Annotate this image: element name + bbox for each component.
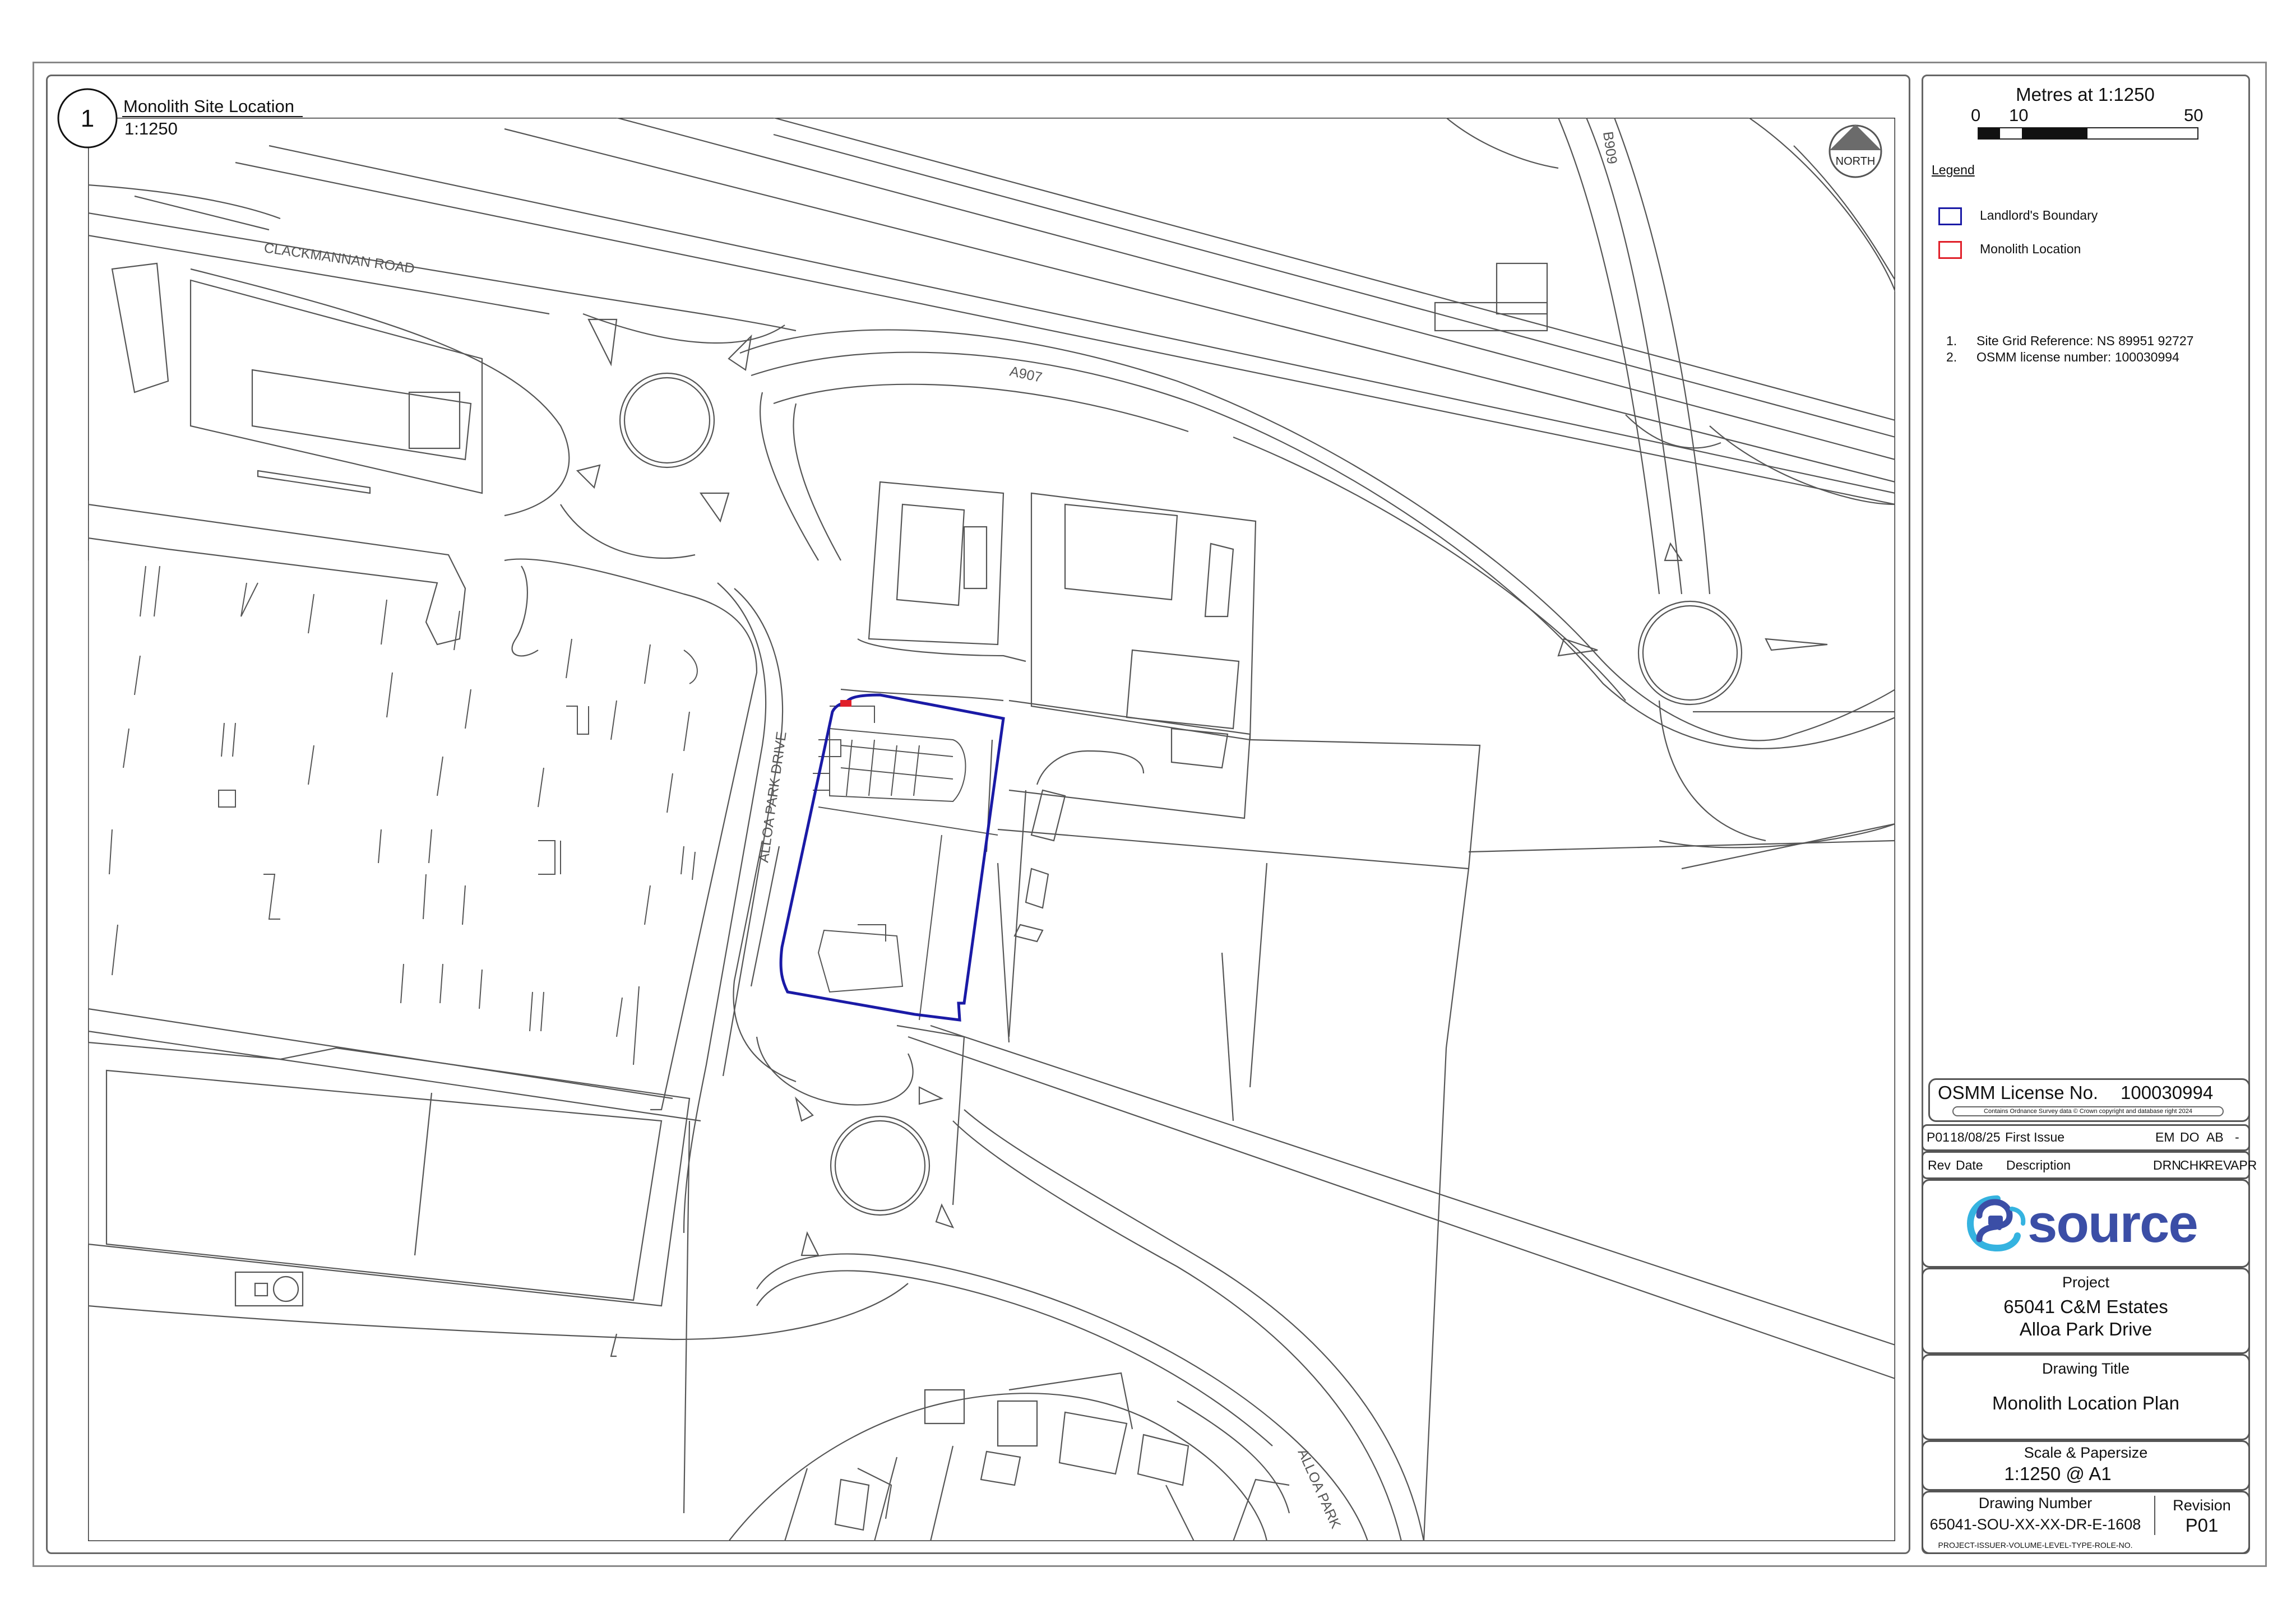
legend-heading: Legend bbox=[1932, 163, 1975, 177]
railway-lines bbox=[235, 118, 1895, 506]
revision-value: P01 bbox=[2185, 1515, 2219, 1536]
view-scale: 1:1250 bbox=[124, 119, 178, 138]
north-label: NORTH bbox=[1836, 155, 1876, 168]
a907-road bbox=[739, 329, 1895, 749]
site-interior bbox=[813, 706, 998, 1021]
revision-header-chk: CHK bbox=[2180, 1158, 2207, 1172]
view-title: Monolith Site Location bbox=[123, 96, 294, 116]
site-location-map: CLACKMANNAN ROAD A907 B909 ALLOA PARK DR… bbox=[57, 88, 1895, 1541]
logo-wordmark: source bbox=[2027, 1194, 2198, 1254]
revision-header-description: Description bbox=[2006, 1158, 2071, 1172]
drawing-number-box: Drawing Number 65041-SOU-XX-XX-DR-E-1608… bbox=[1922, 1491, 2250, 1554]
drawing-number-label: Drawing Number bbox=[1978, 1495, 2093, 1511]
scale-papersize-box: Scale & Papersize 1:1250 @ A1 bbox=[1922, 1440, 2250, 1491]
roundabout-northwest bbox=[560, 313, 785, 559]
revision-header-drn: DRN bbox=[2153, 1158, 2181, 1172]
scale-bar bbox=[1978, 127, 2198, 140]
landlords-boundary-outline bbox=[779, 693, 1005, 1022]
alloa-park-drive-road bbox=[683, 582, 914, 1234]
road-label-a907: A907 bbox=[1008, 363, 1044, 386]
roundabout-south bbox=[756, 1024, 1895, 1541]
monolith-location-marker bbox=[840, 700, 851, 707]
revision-header-rev-by: REV bbox=[2205, 1158, 2232, 1172]
retail-building-south bbox=[88, 1041, 909, 1514]
revision-headers: Rev Date Description DRN CHK REV APR bbox=[1922, 1151, 2257, 1179]
osmm-label: OSMM License No. bbox=[1938, 1082, 2099, 1103]
legend-swatch-monolith bbox=[1938, 241, 1962, 259]
scale-papersize-value: 1:1250 @ A1 bbox=[2004, 1463, 2112, 1484]
north-arrow: NORTH bbox=[1829, 124, 1882, 178]
scale-bar-title: Metres at 1:1250 bbox=[2016, 84, 2155, 105]
scale-papersize-label: Scale & Papersize bbox=[2024, 1444, 2148, 1461]
clackmannan-road bbox=[88, 184, 797, 393]
source-logo-icon bbox=[1966, 1195, 2026, 1252]
osmm-number: 100030994 bbox=[2121, 1082, 2214, 1103]
revision-header-rev: Rev bbox=[1928, 1158, 1951, 1172]
project-line-2: Alloa Park Drive bbox=[2019, 1319, 2152, 1339]
view-number: 1 bbox=[81, 105, 94, 132]
legend-swatch-landlord bbox=[1938, 207, 1962, 225]
note-2-number: 2. bbox=[1946, 350, 1957, 364]
naming-convention: PROJECT-ISSUER-VOLUME-LEVEL-TYPE-ROLE-NO… bbox=[1938, 1541, 2133, 1550]
drawing-title-label: Drawing Title bbox=[2042, 1360, 2130, 1377]
retail-building-north bbox=[189, 268, 570, 517]
road-label-alloa-park: ALLOA PARK bbox=[1295, 1446, 1344, 1531]
revision-row-rev: P01 bbox=[1927, 1130, 1950, 1144]
revision-row-apr: - bbox=[2235, 1130, 2239, 1144]
drawing-title: Monolith Location Plan bbox=[1992, 1393, 2179, 1413]
company-logo-box: source bbox=[1922, 1179, 2250, 1268]
central-buildings bbox=[840, 481, 1481, 1541]
revision-row-description: First Issue bbox=[2005, 1130, 2065, 1144]
road-label-clackmannan: CLACKMANNAN ROAD bbox=[263, 240, 415, 276]
revision-row-rev-by: AB bbox=[2206, 1130, 2224, 1144]
legend-label-landlord: Landlord's Boundary bbox=[1980, 208, 2098, 222]
project-line-1: 65041 C&M Estates bbox=[2003, 1296, 2168, 1317]
residential-houses bbox=[728, 1372, 1290, 1541]
drawing-title-box: Drawing Title Monolith Location Plan bbox=[1922, 1354, 2250, 1440]
revision-row-date: 18/08/25 bbox=[1950, 1130, 2001, 1144]
osmm-license-box: OSMM License No. 100030994 Contains Ordn… bbox=[1928, 1078, 2250, 1122]
revision-header-date: Date bbox=[1956, 1158, 1983, 1172]
revision-row: P01 18/08/25 First Issue EM DO AB - bbox=[1922, 1124, 2250, 1151]
project-label: Project bbox=[2062, 1274, 2110, 1291]
drawing-number: 65041-SOU-XX-XX-DR-E-1608 bbox=[1929, 1516, 2141, 1533]
car-park-west bbox=[88, 503, 758, 1122]
revision-label: Revision bbox=[2173, 1497, 2231, 1514]
project-box: Project 65041 C&M Estates Alloa Park Dri… bbox=[1922, 1268, 2250, 1354]
revision-row-drn: EM bbox=[2155, 1130, 2175, 1144]
scale-bar-tick-50: 50 bbox=[2184, 105, 2204, 125]
osmm-copyright: Contains Ordnance Survey data © Crown co… bbox=[1952, 1106, 2224, 1116]
northeast-features bbox=[1434, 118, 1895, 506]
scale-bar-tick-0: 0 bbox=[1971, 105, 1981, 125]
note-1-number: 1. bbox=[1946, 333, 1957, 348]
legend-label-monolith: Monolith Location bbox=[1980, 242, 2081, 256]
revision-row-chk: DO bbox=[2180, 1130, 2200, 1144]
note-1-text: Site Grid Reference: NS 89951 92727 bbox=[1976, 333, 2194, 348]
revision-header-apr: APR bbox=[2230, 1158, 2257, 1172]
note-2-text: OSMM license number: 100030994 bbox=[1976, 350, 2179, 364]
scale-bar-tick-10: 10 bbox=[2009, 105, 2029, 125]
